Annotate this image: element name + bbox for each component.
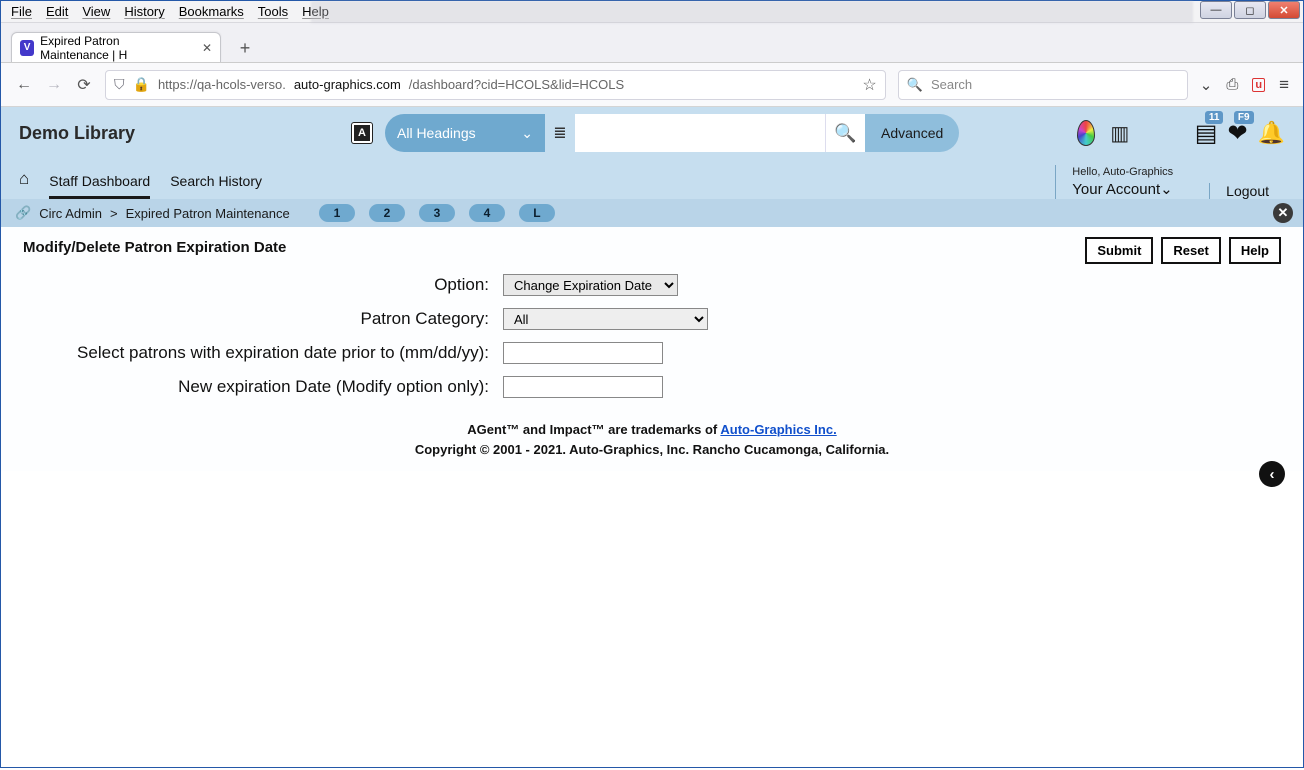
patron-category-select[interactable]: All <box>503 308 708 330</box>
url-path: /dashboard?cid=HCOLS&lid=HCOLS <box>409 77 624 92</box>
chevron-down-icon: ⌄ <box>521 125 533 142</box>
notifications-bell-icon[interactable]: 🔔 <box>1258 120 1285 146</box>
tab-favicon-icon: V <box>20 40 34 56</box>
browser-search-placeholder: Search <box>931 77 972 92</box>
submit-button[interactable]: Submit <box>1085 237 1153 264</box>
balloon-icon[interactable] <box>1077 120 1095 146</box>
ublock-icon[interactable]: u <box>1252 78 1265 92</box>
checkouts-badge: 11 <box>1205 111 1224 124</box>
footer-trademark-text: AGent™ and Impact™ are trademarks of <box>467 422 720 437</box>
breadcrumb-sep: > <box>110 206 118 221</box>
breadcrumb-b[interactable]: Expired Patron Maintenance <box>126 206 290 221</box>
tab-close-icon[interactable]: ✕ <box>202 41 212 55</box>
search-scope-label: All Headings <box>397 125 476 141</box>
session-pill-4[interactable]: 4 <box>469 204 505 222</box>
pocket-icon[interactable]: ⌄ <box>1200 76 1213 94</box>
search-scope-dropdown[interactable]: All Headings ⌄ <box>385 114 545 152</box>
nav-forward-icon[interactable]: → <box>45 76 63 94</box>
close-panel-icon[interactable]: ✕ <box>1273 203 1293 223</box>
bookmark-star-icon[interactable]: ☆ <box>862 75 876 95</box>
expiration-prior-input[interactable] <box>503 342 663 364</box>
favorites-heart-icon[interactable]: ❤ F9 <box>1227 119 1247 148</box>
session-pill-2[interactable]: 2 <box>369 204 405 222</box>
option-select[interactable]: Change Expiration Date <box>503 274 678 296</box>
browser-tab-active[interactable]: V Expired Patron Maintenance | H ✕ <box>11 32 221 62</box>
account-link: Your Account <box>1072 181 1160 198</box>
footer: AGent™ and Impact™ are trademarks of Aut… <box>23 420 1281 459</box>
app-navrow: ⌂ Staff Dashboard Search History Hello, … <box>1 159 1303 199</box>
window-maximize-button[interactable]: ◻ <box>1234 1 1266 19</box>
help-button[interactable]: Help <box>1229 237 1281 264</box>
label-patron-category: Patron Category: <box>23 309 503 329</box>
magnifier-icon: 🔍 <box>834 123 856 144</box>
app-header: Demo Library A All Headings ⌄ ≣ 🔍 Advanc… <box>1 107 1303 159</box>
language-flag-icon[interactable]: A <box>351 122 373 144</box>
footer-copyright: Copyright © 2001 - 2021. Auto-Graphics, … <box>23 440 1281 460</box>
advanced-search-button[interactable]: Advanced <box>865 114 959 152</box>
url-host: auto-graphics.com <box>294 77 401 92</box>
breadcrumb-a[interactable]: Circ Admin <box>39 206 102 221</box>
tab-search-history[interactable]: Search History <box>170 173 262 199</box>
library-title: Demo Library <box>19 123 319 144</box>
lock-icon[interactable]: 🔒 <box>133 76 150 93</box>
label-option: Option: <box>23 275 503 295</box>
menu-tools[interactable]: Tools <box>258 4 288 19</box>
browse-icon[interactable]: ▥ <box>1105 120 1135 146</box>
catalog-search-button[interactable]: 🔍 <box>825 114 865 152</box>
session-pill-L[interactable]: L <box>519 204 555 222</box>
window-close-button[interactable]: ✕ <box>1268 1 1300 19</box>
label-new-expiration: New expiration Date (Modify option only)… <box>23 377 503 397</box>
browser-search-field[interactable]: 🔍 Search <box>898 70 1188 100</box>
collapse-panel-icon[interactable]: ‹ <box>1259 461 1285 487</box>
tracking-shield-icon[interactable]: ⛉ <box>114 76 125 93</box>
menu-edit[interactable]: Edit <box>46 4 68 19</box>
tab-title: Expired Patron Maintenance | H <box>40 34 190 62</box>
nav-back-icon[interactable]: ← <box>15 76 33 94</box>
chevron-down-icon: ⌄ <box>1160 181 1173 198</box>
window-minimize-button[interactable]: — <box>1200 1 1232 19</box>
label-expiration-prior: Select patrons with expiration date prio… <box>23 343 503 363</box>
session-pill-1[interactable]: 1 <box>319 204 355 222</box>
session-pill-3[interactable]: 3 <box>419 204 455 222</box>
new-tab-button[interactable]: + <box>231 34 259 62</box>
url-field[interactable]: ⛉ 🔒 https://qa-hcols-verso. auto-graphics… <box>105 70 886 100</box>
database-icon[interactable]: ≣ <box>545 114 575 152</box>
menu-bookmarks[interactable]: Bookmarks <box>179 4 244 19</box>
menubar-ghost <box>311 1 1193 23</box>
reset-button[interactable]: Reset <box>1161 237 1220 264</box>
menu-history[interactable]: History <box>124 4 164 19</box>
menu-view[interactable]: View <box>82 4 110 19</box>
link-icon: 🔗 <box>15 205 31 221</box>
content-area: Modify/Delete Patron Expiration Date Sub… <box>1 227 1303 471</box>
menu-file[interactable]: File <box>11 4 32 19</box>
account-block[interactable]: Hello, Auto-Graphics Your Account⌄ <box>1055 165 1189 199</box>
browser-menu-bar: File Edit View History Bookmarks Tools H… <box>1 1 1303 23</box>
catalog-search-group: All Headings ⌄ ≣ 🔍 Advanced <box>385 114 959 152</box>
url-prefix: https://qa-hcols-verso. <box>158 77 286 92</box>
catalog-search-input[interactable] <box>575 114 825 152</box>
home-icon[interactable]: ⌂ <box>19 169 29 199</box>
new-expiration-input[interactable] <box>503 376 663 398</box>
browser-tabstrip: V Expired Patron Maintenance | H ✕ + <box>1 23 1303 63</box>
search-icon: 🔍 <box>907 77 923 93</box>
browser-toolbar: ← → ⟳ ⛉ 🔒 https://qa-hcols-verso. auto-gr… <box>1 63 1303 107</box>
checkouts-icon[interactable]: ▤ 11 <box>1195 119 1218 148</box>
app-menu-icon[interactable]: ≡ <box>1279 75 1289 95</box>
account-hello: Hello, Auto-Graphics <box>1072 165 1173 179</box>
logout-link[interactable]: Logout <box>1209 183 1285 199</box>
nav-reload-icon[interactable]: ⟳ <box>75 75 93 95</box>
tab-staff-dashboard[interactable]: Staff Dashboard <box>49 173 150 199</box>
footer-company-link[interactable]: Auto-Graphics Inc. <box>720 422 836 437</box>
favorites-badge: F9 <box>1234 111 1254 124</box>
breadcrumb-row: 🔗 Circ Admin > Expired Patron Maintenanc… <box>1 199 1303 227</box>
print-icon[interactable]: ⎙ <box>1226 76 1238 93</box>
